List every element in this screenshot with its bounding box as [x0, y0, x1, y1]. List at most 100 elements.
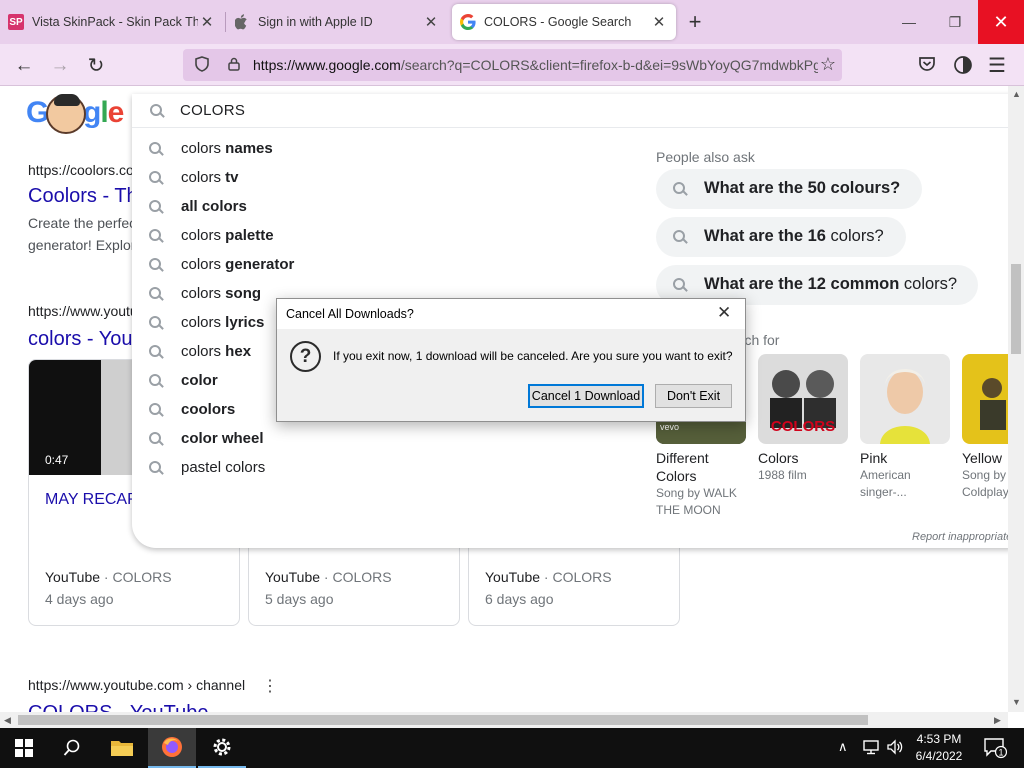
tab-title: Vista SkinPack - Skin Pack Them	[32, 15, 198, 29]
close-window-button[interactable]: ✕	[978, 0, 1024, 44]
network-icon[interactable]	[862, 738, 880, 756]
scroll-right-icon[interactable]: ▶	[994, 715, 1001, 726]
dialog-titlebar[interactable]: Cancel All Downloads? ✕	[277, 299, 745, 329]
more-options-icon[interactable]: ⋮	[262, 676, 278, 696]
doodle-portrait-image[interactable]	[46, 94, 86, 134]
windows-logo-icon	[15, 739, 33, 757]
video-title[interactable]: MAY RECAP	[45, 491, 138, 509]
suggestion-prefix: colors	[181, 256, 222, 273]
back-button[interactable]: ←	[10, 52, 38, 80]
suggestion-completion: song	[221, 285, 262, 302]
thumbnail-title: COLORS	[771, 418, 835, 435]
scrollbar-thumb[interactable]	[1011, 264, 1021, 354]
scroll-up-icon[interactable]: ▲	[1012, 89, 1021, 99]
firefox-taskbar-button[interactable]	[148, 728, 196, 768]
suggestion-text: colors song	[181, 285, 261, 302]
scroll-left-icon[interactable]: ◀	[4, 715, 11, 726]
suggestion-text: color	[181, 372, 218, 389]
suggestion-text: colors generator	[181, 256, 294, 273]
scrollbar-thumb[interactable]	[18, 715, 868, 725]
question-rest: colors?	[830, 227, 884, 245]
card-name: Yellow	[962, 450, 1002, 466]
account-icon[interactable]	[953, 55, 973, 75]
volume-icon[interactable]	[886, 738, 904, 756]
bookmark-star-icon[interactable]: ☆	[820, 54, 836, 75]
tab-vista-skinpack[interactable]: SP Vista SkinPack - Skin Pack Them ✕	[0, 4, 224, 40]
people-also-ask-question[interactable]: What are the 50 colours?	[656, 169, 922, 209]
apple-icon	[234, 14, 250, 30]
cancel-download-button[interactable]: Cancel 1 Download	[528, 384, 644, 408]
firefox-icon	[162, 737, 182, 757]
suggestion-item[interactable]: colors palette	[132, 221, 632, 250]
horizontal-scrollbar[interactable]: ◀ ▶	[0, 712, 1008, 728]
dont-exit-button[interactable]: Don't Exit	[655, 384, 732, 408]
video-source: YouTube · COLORS	[265, 569, 392, 585]
tracking-shield-icon[interactable]	[189, 55, 215, 75]
search-icon	[149, 258, 163, 272]
pocket-icon[interactable]	[918, 55, 936, 73]
people-search-card[interactable]: COLORS Colors 1988 film	[758, 354, 850, 484]
suggestion-item[interactable]: colors names	[132, 134, 632, 163]
google-icon	[460, 14, 476, 30]
suggestion-item[interactable]: color wheel	[132, 424, 632, 453]
people-also-ask-question[interactable]: What are the 16 colors?	[656, 217, 906, 257]
clock-date[interactable]: 6/4/2022	[906, 749, 972, 763]
result-url[interactable]: https://coolors.co	[28, 162, 134, 178]
people-search-card[interactable]: Pink American singer-...	[860, 354, 952, 501]
vertical-scrollbar[interactable]: ▲ ▼	[1008, 86, 1024, 712]
hamburger-menu-icon[interactable]: ☰	[988, 53, 1006, 78]
notification-center-icon[interactable]: 1	[983, 737, 1007, 759]
show-hidden-icons-chevron-icon[interactable]: ∧	[838, 739, 848, 755]
result-url[interactable]: https://www.youtube.com › channel	[28, 677, 245, 693]
url-text[interactable]: https://www.google.com/search?q=COLORS&c…	[253, 57, 818, 73]
folder-icon	[111, 741, 133, 756]
suggestion-item[interactable]: all colors	[132, 192, 632, 221]
search-input-row[interactable]: COLORS	[132, 94, 1008, 128]
scroll-down-icon[interactable]: ▼	[1012, 697, 1021, 707]
dialog-message: If you exit now, 1 download will be canc…	[333, 349, 733, 363]
report-predictions-link[interactable]: Report inappropriate predictions	[912, 531, 1008, 543]
forward-button[interactable]: →	[46, 52, 74, 80]
video-date: 4 days ago	[45, 591, 114, 607]
result-title-link[interactable]: COLORS - YouTube	[28, 702, 208, 712]
close-tab-icon[interactable]: ✕	[198, 13, 216, 31]
card-subtitle: 1988 film	[758, 468, 807, 482]
tab-google-search[interactable]: COLORS - Google Search ✕	[452, 4, 676, 40]
search-icon	[673, 278, 687, 292]
thumbnail-image	[962, 354, 1008, 444]
search-icon	[149, 432, 163, 446]
new-tab-button[interactable]: +	[682, 8, 708, 36]
search-input[interactable]: COLORS	[180, 102, 245, 119]
search-icon	[149, 345, 163, 359]
reload-button[interactable]: ↻	[82, 52, 110, 80]
close-tab-icon[interactable]: ✕	[650, 13, 668, 31]
suggestion-item[interactable]: colors generator	[132, 250, 632, 279]
windows-taskbar: ∧ 4:53 PM 6/4/2022 1	[0, 728, 1024, 768]
video-channel: · COLORS	[540, 569, 612, 585]
suggestion-text: color wheel	[181, 430, 264, 447]
tab-apple-id[interactable]: Sign in with Apple ID ✕	[226, 4, 448, 40]
file-explorer-button[interactable]	[98, 728, 146, 768]
address-bar[interactable]: https://www.google.com/search?q=COLORS&c…	[183, 49, 842, 81]
search-icon	[149, 200, 163, 214]
close-tab-icon[interactable]: ✕	[422, 13, 440, 31]
people-search-card[interactable]: Yellow Song by Coldplay	[962, 354, 1008, 501]
restore-button[interactable]: ❐	[932, 0, 978, 44]
card-name: Colors	[758, 450, 799, 466]
clock-time[interactable]: 4:53 PM	[906, 732, 972, 746]
lock-icon[interactable]	[221, 57, 247, 74]
suggestion-text: coolors	[181, 401, 235, 418]
suggestion-completion: names	[221, 140, 273, 157]
suggestion-item[interactable]: pastel colors	[132, 453, 632, 482]
suggestion-prefix: colors	[181, 285, 222, 302]
dialog-close-icon[interactable]: ✕	[717, 303, 731, 323]
question-rest: colors?	[903, 275, 958, 293]
start-button[interactable]	[0, 728, 48, 768]
search-icon	[149, 461, 163, 475]
card-name: Different Colors	[656, 450, 709, 484]
question-text: What are the 16 colors?	[704, 227, 884, 246]
taskbar-search-button[interactable]	[48, 728, 96, 768]
settings-taskbar-button[interactable]	[198, 728, 246, 768]
suggestion-item[interactable]: colors tv	[132, 163, 632, 192]
minimize-button[interactable]: —	[886, 0, 932, 44]
